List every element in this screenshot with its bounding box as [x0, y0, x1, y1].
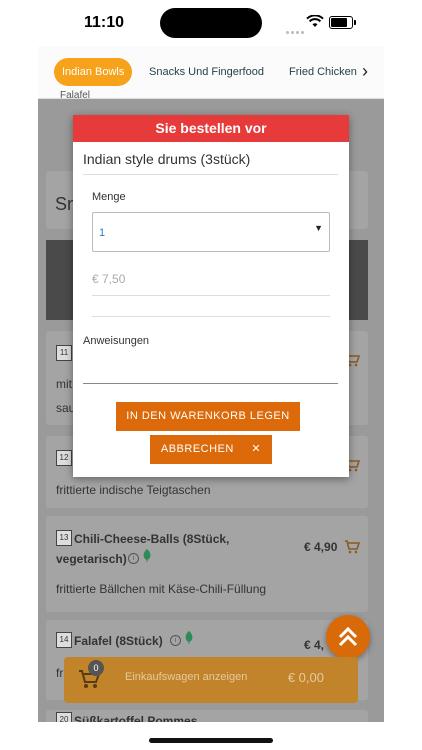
item-number: 13 [56, 530, 72, 546]
item-name: Süßkartoffel Pommes [74, 714, 198, 722]
wifi-icon [306, 15, 324, 27]
instructions-label: Anweisungen [83, 335, 150, 347]
add-to-cart-icon[interactable] [344, 540, 360, 554]
item-desc-line1: mit [56, 377, 72, 391]
battery-icon [329, 16, 356, 29]
divider [92, 316, 330, 317]
cart-total: € 0,00 [287, 670, 324, 685]
menu-item-13[interactable]: 13 Chili-Cheese-Balls (8Stück, vegetaris… [46, 516, 368, 612]
quantity-select[interactable]: 1 ▼ [92, 212, 330, 252]
view-cart-bar[interactable]: Einkaufswagen anzeigen € 0,00 [64, 657, 358, 703]
status-time: 11:10 [84, 14, 125, 31]
cancel-button[interactable]: ABBRECHEN ✕ [150, 435, 272, 464]
home-indicator [149, 738, 273, 743]
cancel-label: ABBRECHEN [160, 443, 234, 455]
info-icon[interactable]: i [170, 635, 181, 646]
scroll-top-button[interactable] [326, 615, 370, 659]
cart-count-badge: 0 [88, 660, 104, 676]
chevron-right-icon[interactable]: › [362, 61, 376, 81]
caret-down-icon: ▼ [314, 223, 323, 233]
vegetarian-leaf-icon [143, 549, 151, 562]
category-tab-snacks[interactable]: Snacks Und Fingerfood [149, 58, 264, 86]
status-bar: 11:10 [0, 0, 422, 46]
divider [92, 295, 330, 296]
add-to-cart-button[interactable]: IN DEN WARENKORB LEGEN [116, 402, 300, 431]
dialog-title: Sie bestellen vor [73, 115, 349, 142]
top-fragment: Falafel [60, 90, 91, 101]
double-chevron-up-icon [338, 626, 358, 647]
item-desc: frittierte indische Teigtaschen [56, 483, 211, 497]
item-number: 12 [56, 450, 72, 466]
preorder-dialog: Sie bestellen vor Indian style drums (3s… [73, 115, 349, 477]
instructions-input[interactable] [83, 352, 338, 384]
item-price: € 4, [304, 638, 325, 652]
dynamic-island [160, 8, 262, 38]
quantity-value: 1 [99, 227, 106, 239]
item-desc: fr [56, 666, 64, 680]
quantity-label: Menge [92, 191, 126, 203]
item-desc: frittierte Bällchen mit Käse-Chili-Füllu… [56, 582, 267, 596]
close-icon: ✕ [251, 443, 262, 455]
item-number: 11 [56, 345, 72, 361]
menu-item-20[interactable]: 20 Süßkartoffel Pommes [46, 710, 368, 722]
item-name-line1: Chili-Cheese-Balls (8Stück, [74, 532, 230, 546]
item-price: € 4,90 [304, 540, 338, 554]
item-name-line2: vegetarisch) [56, 552, 127, 566]
divider [83, 174, 338, 175]
category-tab-indian-bowls[interactable]: Indian Bowls [54, 58, 133, 86]
item-name: Falafel (8Stück) [74, 634, 163, 648]
item-number: 14 [56, 632, 72, 648]
vegetarian-leaf-icon [185, 631, 193, 644]
cellular-signal-icon [286, 21, 306, 39]
item-number: 20 [56, 712, 72, 722]
view-cart-label: Einkaufswagen anzeigen [125, 671, 248, 683]
product-name: Indian style drums (3stück) [83, 151, 251, 167]
category-tab-fried-chicken[interactable]: Fried Chicken [289, 58, 357, 86]
info-icon[interactable]: i [128, 553, 139, 564]
price-display: € 7,50 [92, 272, 126, 286]
